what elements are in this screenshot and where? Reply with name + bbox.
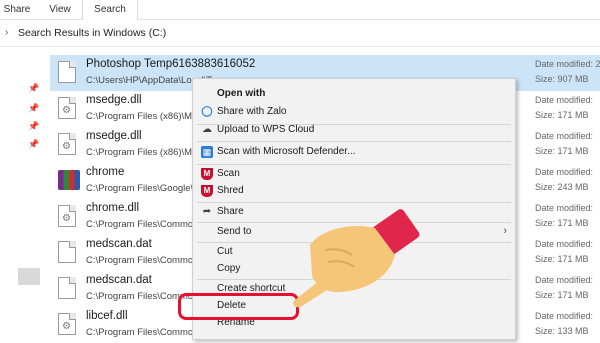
file-size: Size: 171 MB [535,110,589,120]
file-size: Size: 133 MB [535,326,589,336]
file-path: C:\Program Files\Commor [86,219,197,230]
share-icon: ➦ [202,206,212,217]
menu-label: Share [217,206,244,217]
file-size: Size: 171 MB [535,218,589,228]
mcafee-shield-icon: M [201,185,213,197]
menu-item-upload-wps[interactable]: ☁ Upload to WPS Cloud [193,121,515,139]
chevron-right-icon: › [503,225,507,237]
tab-share[interactable]: Share [0,0,34,19]
file-size: Size: 243 MB [535,182,589,192]
menu-separator [197,141,511,142]
pin-icon[interactable]: 📌 [28,139,39,150]
file-name: Photoshop Temp6163883616052 [86,58,256,70]
menu-item-scan[interactable]: M Scan [193,165,515,183]
navigation-pane: 📌 📌 📌 📌 [0,47,48,338]
file-date: Date modified: [535,95,594,105]
menu-label: Scan with Microsoft Defender... [217,146,356,157]
mcafee-shield-icon: M [201,168,213,180]
file-name: msedge.dll [86,130,142,142]
menu-item-shred[interactable]: M Shred [193,182,515,200]
pin-icon[interactable]: 📌 [28,121,39,132]
file-path: C:\Program Files\Commor [86,255,197,266]
blank-file-icon [58,277,76,299]
cloud-icon: ☁ [202,124,212,135]
file-path: C:\Program Files\Google\C [86,183,201,194]
menu-item-share-zalo[interactable]: ◯ Share with Zalo [193,103,515,121]
file-path: C:\Program Files (x86)\Mic [86,111,199,122]
address-bar[interactable]: › Search Results in Windows (C:) [0,22,600,47]
file-path: C:\Program Files (x86)\Mic [86,147,199,158]
menu-label: Scan [217,168,240,179]
file-size: Size: 171 MB [535,146,589,156]
file-name: medscan.dat [86,238,152,250]
pin-icon[interactable]: 📌 [28,83,39,94]
ribbon: Share View Search [0,0,600,20]
tab-view[interactable]: View [42,0,78,19]
file-name: chrome.dll [86,202,140,214]
file-date: Date modified: [535,311,594,321]
file-date: Date modified: [535,131,594,141]
blank-file-icon [58,61,76,83]
file-name: msedge.dll [86,94,142,106]
file-size: Size: 171 MB [535,290,589,300]
menu-label: Shred [217,185,244,196]
chevron-right-icon[interactable]: › [5,27,8,38]
file-path: C:\Program Files\Commor [86,327,197,338]
defender-shield-icon: ▦ [201,146,213,158]
file-date: Date modified: [535,203,594,213]
file-name: libcef.dll [86,310,128,322]
nav-item[interactable] [18,268,40,285]
dll-file-icon: ⚙ [58,97,76,119]
file-date: Date modified: [535,239,594,249]
blank-file-icon [58,241,76,263]
file-size: Size: 171 MB [535,254,589,264]
menu-label: Upload to WPS Cloud [217,124,315,135]
file-date: Date modified: 2 [535,59,600,69]
menu-label: Copy [217,263,241,274]
file-name: chrome [86,166,125,178]
menu-item-open-with[interactable]: Open with [193,85,515,103]
menu-label: Open with [217,88,266,99]
file-name: medscan.dat [86,274,152,286]
address-path: Search Results in Windows (C:) [18,27,167,39]
tab-search[interactable]: Search [82,0,138,20]
menu-label: Send to [217,226,252,237]
file-date: Date modified: [535,167,594,177]
dll-file-icon: ⚙ [58,313,76,335]
pointing-hand-icon [293,209,420,308]
menu-label: Cut [217,246,233,257]
zalo-icon: ◯ [201,106,213,117]
dll-file-icon: ⚙ [58,133,76,155]
pin-icon[interactable]: 📌 [28,103,39,114]
menu-label: Share with Zalo [217,106,287,117]
archive-icon [58,170,80,190]
file-date: Date modified: [535,275,594,285]
dll-file-icon: ⚙ [58,205,76,227]
file-size: Size: 907 MB [535,74,589,84]
menu-item-scan-defender[interactable]: ▦ Scan with Microsoft Defender... [193,143,515,161]
